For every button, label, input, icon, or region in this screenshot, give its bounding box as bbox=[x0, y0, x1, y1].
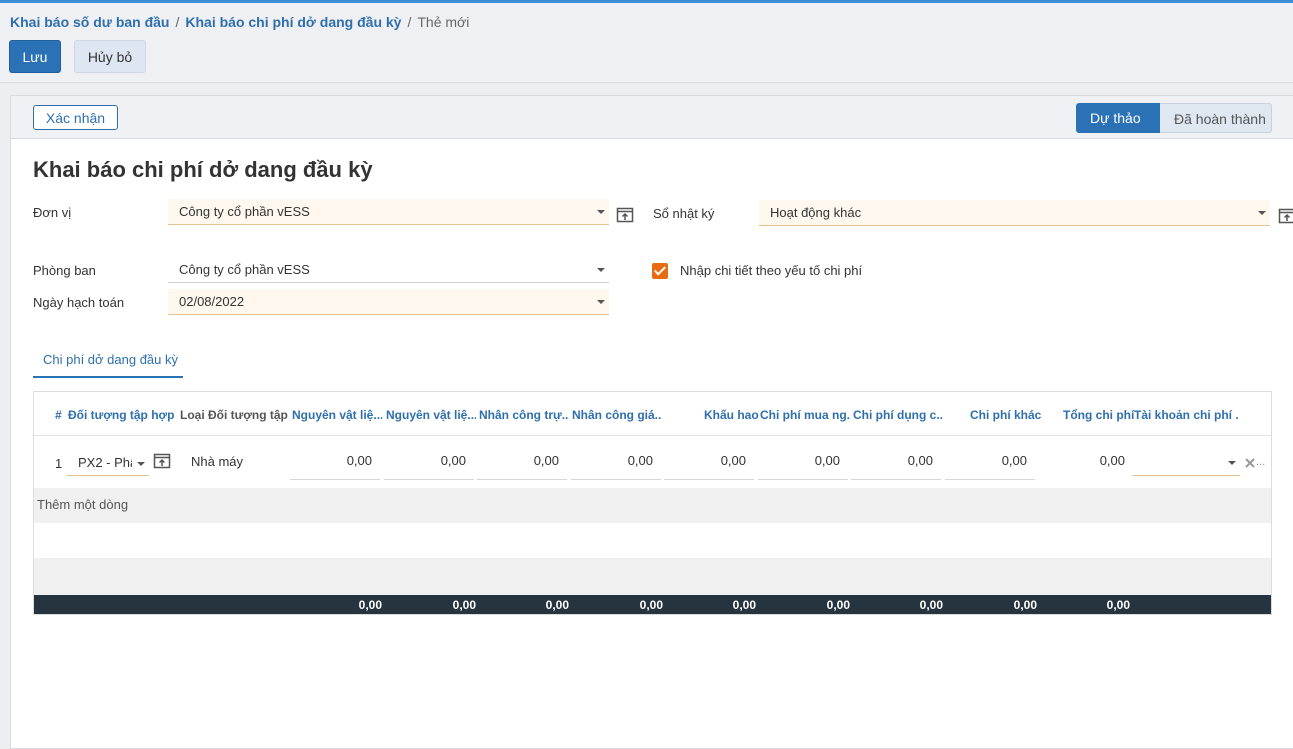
col-indirect-labor[interactable]: Nhân công giá... bbox=[572, 408, 662, 422]
unit-select[interactable]: Công ty cổ phần vESS bbox=[168, 199, 609, 225]
journal-select[interactable]: Hoạt động khác bbox=[759, 200, 1270, 226]
add-line-link[interactable]: Thêm một dòng bbox=[37, 497, 128, 512]
col-cost-object-type[interactable]: Loại Đối tượng tập... bbox=[180, 408, 288, 422]
accounting-date-value: 02/08/2022 bbox=[179, 294, 245, 309]
wip-cost-table: # Đối tượng tập hợp ... Loại Đối tượng t… bbox=[33, 391, 1272, 615]
row-index: 1 bbox=[55, 456, 63, 471]
col-material-2[interactable]: Nguyên vật liệ... bbox=[386, 408, 476, 422]
chevron-down-icon bbox=[597, 268, 605, 272]
table-totals-bar: 0,00 0,00 0,00 0,00 0,00 0,00 0,00 0,00 … bbox=[34, 595, 1271, 614]
breadcrumb: Khai báo số dư ban đầu / Khai báo chi phí … bbox=[10, 14, 469, 30]
tab-wip-cost[interactable]: Chi phí dở dang đầu kỳ bbox=[33, 350, 183, 378]
cost-object-value: PX2 - Phân xưởng 2 bbox=[78, 455, 132, 470]
save-button[interactable]: Lưu bbox=[9, 40, 61, 73]
col-tools-cost[interactable]: Chi phí dụng c... bbox=[853, 408, 943, 422]
stage-done[interactable]: Đã hoàn thành bbox=[1160, 103, 1272, 133]
breadcrumb-separator: / bbox=[175, 14, 180, 30]
col-direct-labor[interactable]: Nhân công trự... bbox=[479, 408, 569, 422]
external-link-icon[interactable] bbox=[153, 452, 171, 470]
indirect-labor-cell[interactable]: 0,00 bbox=[571, 436, 661, 480]
external-link-icon[interactable] bbox=[616, 206, 634, 224]
chevron-down-icon bbox=[597, 300, 605, 304]
col-material-1[interactable]: Nguyên vật liệ... bbox=[292, 408, 382, 422]
breadcrumb-wip-cost-list[interactable]: Khai báo chi phí dở dang đầu kỳ bbox=[185, 14, 401, 30]
detail-by-cost-element-label: Nhập chi tiết theo yếu tố chi phí bbox=[680, 263, 863, 278]
total-depreciation: 0,00 bbox=[732, 598, 756, 612]
external-link-icon[interactable] bbox=[1278, 207, 1293, 225]
journal-label: Sổ nhật ký bbox=[653, 206, 715, 221]
chevron-down-icon bbox=[597, 210, 605, 214]
control-panel: Khai báo số dư ban đầu / Khai báo chi phí … bbox=[0, 3, 1293, 83]
department-label: Phòng ban bbox=[33, 263, 96, 278]
col-other-cost[interactable]: Chi phí khác bbox=[970, 408, 1041, 422]
other-cost-cell[interactable]: 0,00 bbox=[945, 436, 1035, 480]
col-depreciation[interactable]: Khấu hao bbox=[704, 408, 759, 422]
page-title: Khai báo chi phí dở dang đầu kỳ bbox=[33, 157, 373, 182]
journal-value: Hoạt động khác bbox=[770, 205, 862, 220]
total-indirect-labor: 0,00 bbox=[639, 598, 663, 612]
chevron-down-icon bbox=[1228, 461, 1236, 465]
total-direct-labor: 0,00 bbox=[545, 598, 569, 612]
col-index: # bbox=[55, 408, 62, 422]
delete-icon[interactable] bbox=[1245, 458, 1255, 468]
tools-cost-cell[interactable]: 0,00 bbox=[851, 436, 941, 480]
accounting-date-field[interactable]: 02/08/2022 bbox=[168, 289, 609, 315]
confirm-button[interactable]: Xác nhận bbox=[33, 105, 118, 130]
direct-labor-cell[interactable]: 0,00 bbox=[477, 436, 567, 480]
table-header: # Đối tượng tập hợp ... Loại Đối tượng t… bbox=[34, 392, 1271, 436]
status-bar: Xác nhận Dự thảo Đã hoàn thành bbox=[11, 96, 1293, 139]
col-total-cost[interactable]: Tổng chi phí bbox=[1063, 408, 1134, 422]
purchase-cost-cell[interactable]: 0,00 bbox=[758, 436, 848, 480]
breadcrumb-current-record: Thẻ mới bbox=[417, 14, 470, 30]
total-material-2: 0,00 bbox=[452, 598, 476, 612]
total-total-cost: 0,00 bbox=[1106, 598, 1130, 612]
form-sheet: Xác nhận Dự thảo Đã hoàn thành Khai báo … bbox=[10, 95, 1293, 749]
cost-account-select[interactable] bbox=[1132, 450, 1240, 476]
total-other-cost: 0,00 bbox=[1013, 598, 1037, 612]
depreciation-cell[interactable]: 0,00 bbox=[664, 436, 754, 480]
add-line-row: Thêm một dòng bbox=[34, 488, 1271, 523]
col-purchase-cost[interactable]: Chi phí mua ng... bbox=[760, 408, 850, 422]
department-select[interactable]: Công ty cổ phần vESS bbox=[168, 257, 609, 283]
cost-object-type-value: Nhà máy bbox=[191, 454, 244, 469]
breadcrumb-opening-balance[interactable]: Khai báo số dư ban đầu bbox=[10, 14, 169, 30]
total-cost-cell: 0,00 bbox=[1099, 453, 1125, 468]
unit-value: Công ty cổ phần vESS bbox=[179, 204, 310, 219]
accounting-date-label: Ngày hạch toán bbox=[33, 295, 125, 310]
department-value: Công ty cổ phần vESS bbox=[179, 262, 310, 277]
total-material-1: 0,00 bbox=[358, 598, 382, 612]
chevron-down-icon bbox=[137, 462, 145, 466]
empty-row bbox=[34, 558, 1271, 595]
discard-button[interactable]: Hủy bỏ bbox=[74, 40, 146, 73]
material-1-cell[interactable]: 0,00 bbox=[290, 436, 380, 480]
total-purchase-cost: 0,00 bbox=[826, 598, 850, 612]
row-more: ... bbox=[1256, 456, 1266, 468]
col-cost-account[interactable]: Tài khoản chi phí ... bbox=[1134, 408, 1238, 422]
table-row[interactable]: 1 PX2 - Phân xưởng 2 Nhà máy 0,00 0,00 0… bbox=[34, 436, 1271, 488]
status-stages: Dự thảo Đã hoàn thành bbox=[1076, 103, 1272, 133]
stage-draft[interactable]: Dự thảo bbox=[1076, 103, 1170, 133]
material-2-cell[interactable]: 0,00 bbox=[384, 436, 474, 480]
breadcrumb-separator: / bbox=[407, 14, 412, 30]
col-cost-object[interactable]: Đối tượng tập hợp ... bbox=[68, 408, 176, 422]
detail-by-cost-element-checkbox[interactable] bbox=[652, 263, 668, 279]
unit-label: Đơn vị bbox=[33, 205, 72, 220]
chevron-down-icon bbox=[1258, 211, 1266, 215]
cost-object-select[interactable]: PX2 - Phân xưởng 2 bbox=[67, 450, 149, 476]
total-tools-cost: 0,00 bbox=[919, 598, 943, 612]
